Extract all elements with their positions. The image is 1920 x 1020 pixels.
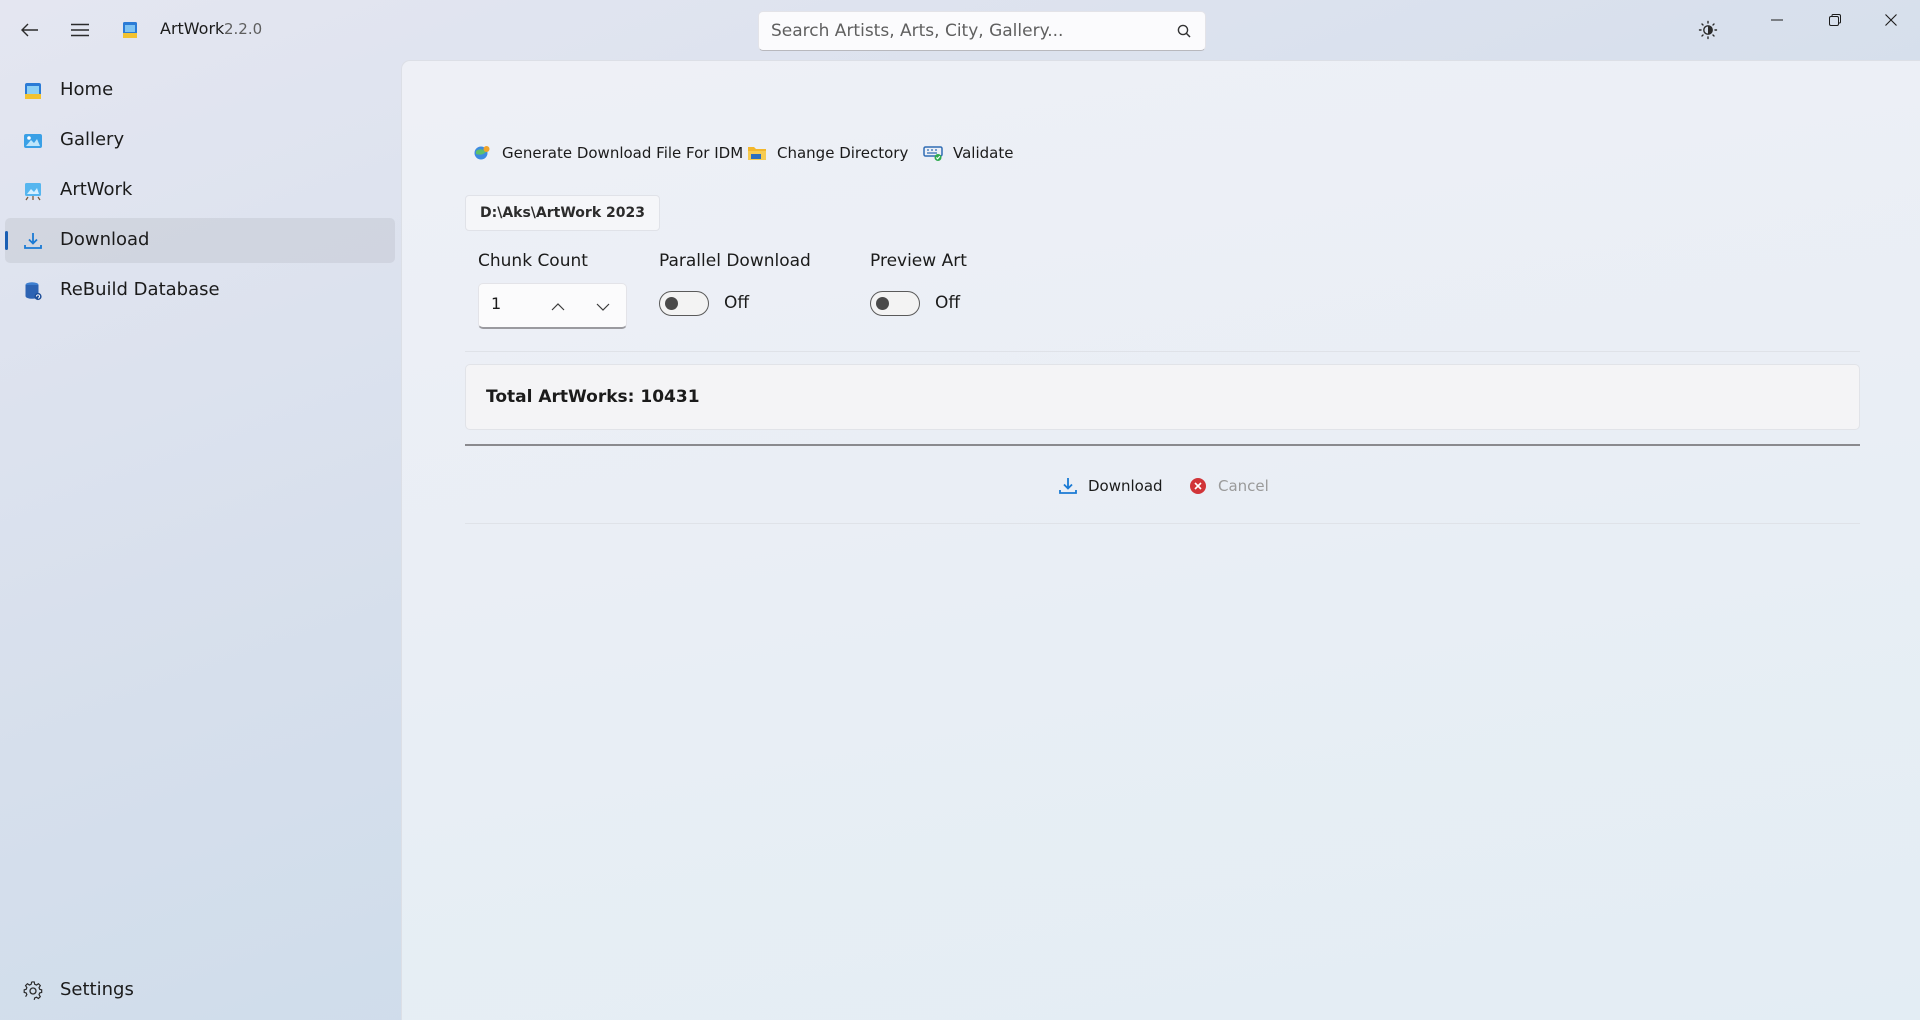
download-icon (1058, 476, 1078, 496)
chunk-count-label: Chunk Count (478, 251, 588, 271)
sidebar-item-label: Download (60, 229, 150, 250)
preview-art-state: Off (935, 293, 961, 313)
sidebar-item-label: Home (60, 79, 114, 100)
preview-art-label: Preview Art (870, 251, 967, 271)
download-button-label: Download (1088, 477, 1163, 495)
chunk-count-value: 1 (491, 294, 502, 313)
idm-icon (472, 143, 492, 163)
spin-down-button[interactable] (592, 296, 614, 318)
preview-art-toggle[interactable] (870, 291, 920, 316)
restore-icon (1829, 14, 1841, 26)
title-bar: ArtWork 2.2.0 (0, 0, 1920, 60)
total-artworks-card: Total ArtWorks: 10431 (465, 364, 1860, 430)
chunk-count-input[interactable]: 1 (478, 283, 627, 329)
app-version: 2.2.0 (224, 20, 263, 38)
database-icon (22, 280, 44, 302)
back-button[interactable] (10, 10, 50, 50)
app-logo-icon (122, 21, 138, 39)
close-button[interactable] (1862, 0, 1920, 40)
download-button[interactable]: Download (1058, 471, 1163, 501)
app-title: ArtWork (160, 19, 225, 38)
sidebar-item-rebuild-database[interactable]: ReBuild Database (5, 268, 395, 313)
minimize-button[interactable] (1748, 0, 1806, 40)
folder-icon (747, 143, 767, 163)
hamburger-icon (71, 23, 89, 37)
chevron-up-icon (551, 303, 565, 311)
sidebar-item-settings[interactable]: Settings (5, 968, 395, 1013)
toggle-knob (876, 297, 889, 310)
brightness-icon (1698, 20, 1718, 40)
total-artworks-text: Total ArtWorks: 10431 (486, 387, 700, 407)
sidebar-item-label: Gallery (60, 129, 125, 150)
generate-idm-label: Generate Download File For IDM (502, 144, 744, 162)
sidebar-item-label: Settings (60, 979, 134, 1000)
sidebar-navigation: Home Gallery ArtWork Download ReBuild Da… (0, 60, 400, 1020)
search-icon[interactable] (1175, 22, 1193, 40)
back-arrow-icon (21, 23, 38, 37)
sidebar-item-label: ArtWork (60, 179, 133, 200)
download-progress-bar (465, 444, 1860, 446)
divider (465, 351, 1860, 352)
home-icon (22, 80, 44, 102)
change-directory-label: Change Directory (777, 144, 909, 162)
cancel-button[interactable]: Cancel (1188, 471, 1269, 501)
validate-label: Validate (953, 144, 1014, 162)
validate-button[interactable]: Validate (923, 137, 1013, 169)
download-icon (22, 230, 44, 252)
minimize-icon (1771, 19, 1783, 21)
search-input[interactable] (771, 21, 1175, 41)
directory-path: D:\Aks\ArtWork 2023 (465, 195, 660, 231)
chevron-down-icon (596, 303, 610, 311)
validate-icon (923, 143, 943, 163)
cancel-icon (1188, 476, 1208, 496)
spin-up-button[interactable] (547, 296, 569, 318)
parallel-download-label: Parallel Download (659, 251, 811, 271)
download-page: Generate Download File For IDM Change Di… (401, 60, 1920, 1020)
close-icon (1885, 14, 1897, 26)
search-box[interactable] (758, 11, 1206, 51)
theme-toggle-button[interactable] (1688, 10, 1728, 50)
sidebar-item-label: ReBuild Database (60, 279, 220, 300)
sidebar-item-gallery[interactable]: Gallery (5, 118, 395, 163)
parallel-download-toggle[interactable] (659, 291, 709, 316)
sidebar-item-home[interactable]: Home (5, 68, 395, 113)
toggle-knob (665, 297, 678, 310)
gallery-icon (22, 130, 44, 152)
artwork-icon (22, 180, 44, 202)
cancel-button-label: Cancel (1218, 477, 1269, 495)
generate-idm-file-button[interactable]: Generate Download File For IDM (472, 137, 743, 169)
hamburger-menu-button[interactable] (60, 10, 100, 50)
restore-button[interactable] (1806, 0, 1864, 40)
change-directory-button[interactable]: Change Directory (747, 137, 908, 169)
gear-icon (22, 980, 44, 1002)
parallel-download-state: Off (724, 293, 750, 313)
sidebar-item-artwork[interactable]: ArtWork (5, 168, 395, 213)
sidebar-item-download[interactable]: Download (5, 218, 395, 263)
divider (465, 523, 1860, 524)
